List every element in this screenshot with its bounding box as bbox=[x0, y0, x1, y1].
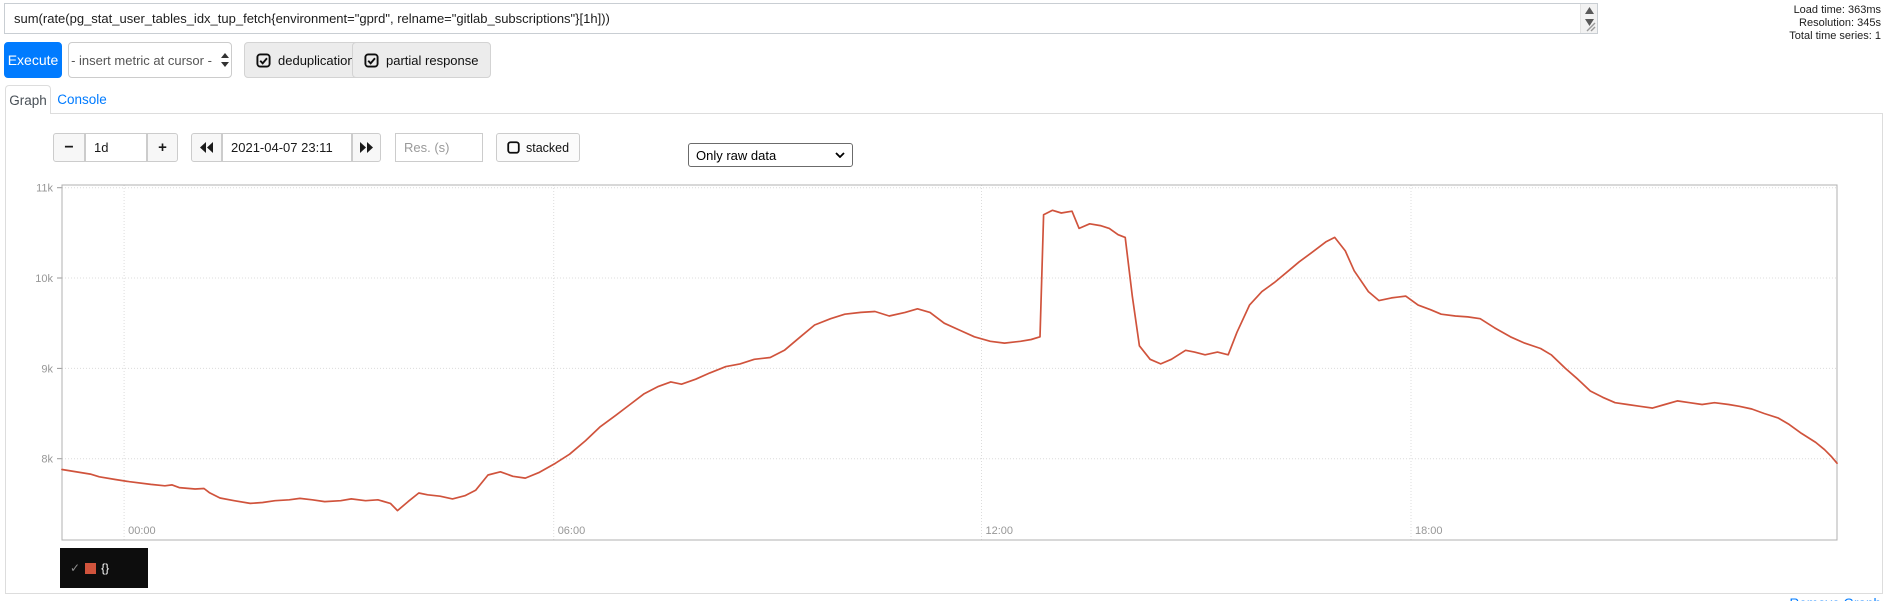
check-square-icon bbox=[364, 52, 379, 68]
tab-console[interactable]: Console bbox=[54, 85, 110, 113]
legend-series-swatch bbox=[85, 562, 97, 574]
total-series-stat: Total time series: 1 bbox=[1789, 30, 1881, 42]
resolution-stat: Resolution: 345s bbox=[1799, 17, 1881, 29]
legend-box[interactable]: ✓ {} bbox=[60, 548, 148, 588]
load-time-stat: Load time: 363ms bbox=[1793, 4, 1881, 16]
svg-text:12:00: 12:00 bbox=[986, 525, 1014, 537]
graph-canvas[interactable]: 8k 9k 10k 11k 00:00 06:00 12:00 18:00 bbox=[30, 150, 1850, 550]
check-square-icon bbox=[256, 52, 271, 68]
svg-text:9k: 9k bbox=[41, 363, 53, 375]
insert-metric-label: - insert metric at cursor - bbox=[71, 52, 212, 68]
query-scrollbar[interactable] bbox=[1580, 4, 1597, 33]
legend-series-label[interactable]: {} bbox=[101, 561, 109, 575]
tab-graph[interactable]: Graph bbox=[5, 85, 51, 114]
query-text: sum(rate(pg_stat_user_tables_idx_tup_fet… bbox=[14, 11, 610, 26]
deduplication-label: deduplication bbox=[278, 52, 355, 68]
query-stats: Load time: 363ms Resolution: 345s Total … bbox=[1789, 4, 1881, 43]
chevron-updown-icon bbox=[220, 53, 229, 67]
partial-response-toggle[interactable]: partial response bbox=[352, 42, 491, 78]
svg-text:10k: 10k bbox=[35, 273, 53, 285]
svg-text:00:00: 00:00 bbox=[128, 525, 156, 537]
deduplication-toggle[interactable]: deduplication bbox=[244, 42, 367, 78]
insert-metric-dropdown[interactable]: - insert metric at cursor - bbox=[68, 42, 232, 78]
svg-text:8k: 8k bbox=[41, 454, 53, 466]
scroll-up-icon[interactable] bbox=[1584, 7, 1594, 15]
execute-button[interactable]: Execute bbox=[4, 42, 62, 78]
svg-text:11k: 11k bbox=[36, 183, 53, 195]
resize-grip-icon[interactable] bbox=[1584, 20, 1596, 32]
svg-text:06:00: 06:00 bbox=[558, 525, 586, 537]
partial-response-label: partial response bbox=[386, 52, 479, 68]
remove-graph-link[interactable]: Remove Graph bbox=[1789, 596, 1881, 601]
query-input[interactable]: sum(rate(pg_stat_user_tables_idx_tup_fet… bbox=[4, 3, 1598, 34]
legend-check-icon: ✓ bbox=[70, 561, 81, 575]
svg-text:18:00: 18:00 bbox=[1415, 525, 1443, 537]
